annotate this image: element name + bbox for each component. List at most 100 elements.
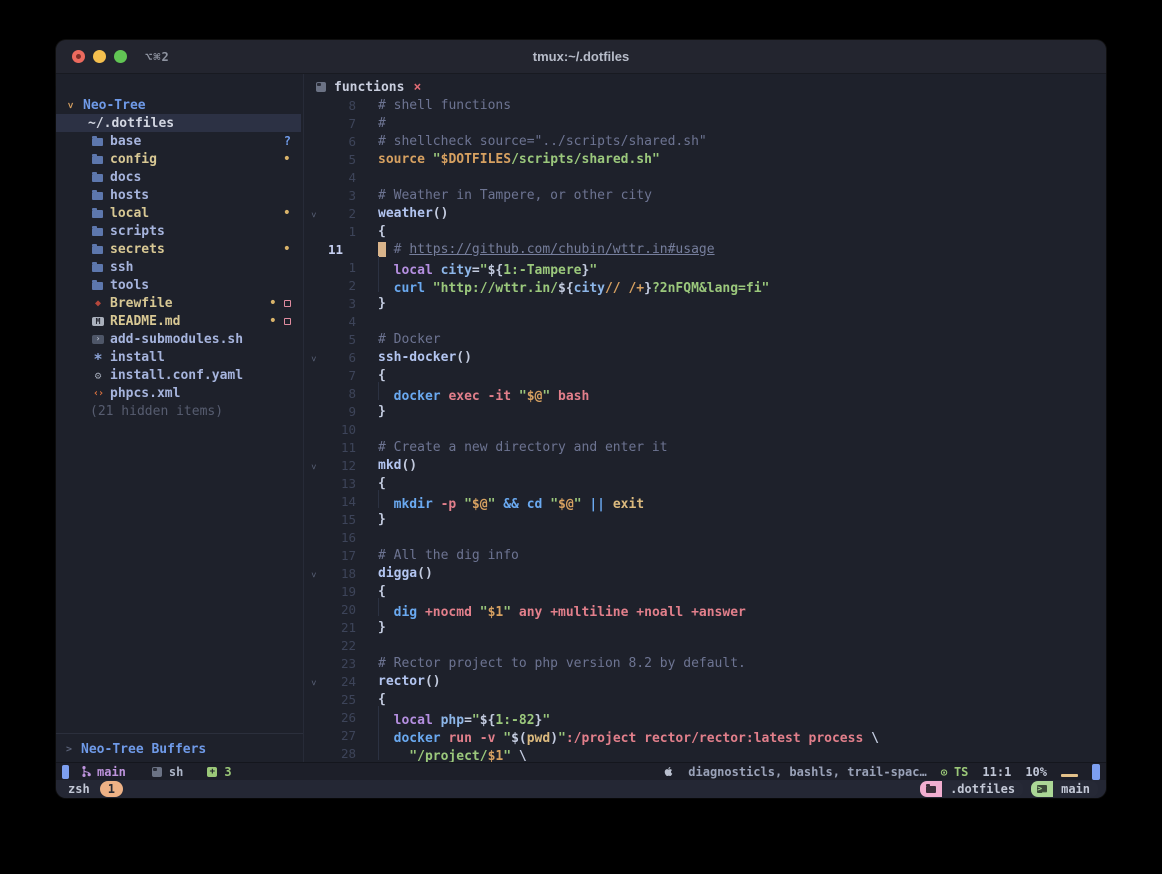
fold-chevron-icon[interactable]: > [304, 458, 322, 473]
statusline-right: diagnosticls, bashls, trail-spac… ⊙ TS 1… [663, 764, 1106, 780]
code-line[interactable]: 22 [304, 636, 1106, 654]
folder-icon [92, 135, 104, 147]
tree-item[interactable]: (21 hidden items) [56, 402, 303, 420]
git-modified-icon: • [269, 298, 277, 308]
star-icon: * [92, 351, 104, 363]
git-branch: main [81, 765, 126, 779]
apple-icon [663, 765, 674, 778]
cursor-position: 11:1 [982, 765, 1011, 779]
fold-chevron-icon[interactable]: > [304, 350, 322, 365]
tree-item[interactable]: ~/.dotfiles [56, 114, 301, 132]
code-line[interactable]: 1{ [304, 222, 1106, 240]
code-line[interactable]: 5# Docker [304, 330, 1106, 348]
tmux-window-index[interactable]: 1 [100, 781, 123, 797]
line-number: 8 [322, 386, 356, 401]
tree-item[interactable]: ⚙install.conf.yaml [56, 366, 303, 384]
code-line[interactable]: 6# shellcheck source="../scripts/shared.… [304, 132, 1106, 150]
code-line[interactable]: >6ssh-docker() [304, 348, 1106, 366]
code-line[interactable]: 15} [304, 510, 1106, 528]
tree-item[interactable]: ◆Brewfile• [56, 294, 303, 312]
git-branch-icon [81, 765, 92, 778]
code-line[interactable]: 23# Rector project to php version 8.2 by… [304, 654, 1106, 672]
terminal-window: ⌥⌘2 tmux:~/.dotfiles > Neo-Tree ~/.dotfi… [56, 40, 1106, 798]
code-line[interactable]: 21} [304, 618, 1106, 636]
code-line[interactable]: >12mkd() [304, 456, 1106, 474]
code-line[interactable]: 8# shell functions [304, 96, 1106, 114]
code-line[interactable]: 3# Weather in Tampere, or other city [304, 186, 1106, 204]
tree-item[interactable]: scripts [56, 222, 303, 240]
line-content: # [356, 116, 386, 131]
tree-item-label: config [110, 152, 157, 167]
tree-item-label: local [110, 206, 149, 221]
line-number: 4 [322, 314, 356, 329]
line-number: 14 [322, 494, 356, 509]
tree-item[interactable]: ssh [56, 258, 303, 276]
line-number: 5 [322, 332, 356, 347]
code-line[interactable]: 3} [304, 294, 1106, 312]
close-buffer-icon[interactable]: × [413, 80, 421, 95]
titlebar[interactable]: ⌥⌘2 tmux:~/.dotfiles [56, 40, 1106, 74]
folder-icon [92, 243, 104, 255]
tree-item-label: secrets [110, 242, 165, 257]
tree-item[interactable]: MREADME.md• [56, 312, 303, 330]
tree-item-label: base [110, 134, 141, 149]
xml-icon: ‹› [92, 387, 104, 399]
code-line[interactable]: 10 [304, 420, 1106, 438]
tree-item[interactable]: config• [56, 150, 303, 168]
fold-chevron-icon[interactable]: > [304, 674, 322, 689]
code-line[interactable]: 16 [304, 528, 1106, 546]
neotree-buffers-header[interactable]: > Neo-Tree Buffers [56, 740, 303, 758]
code-line[interactable]: 14mkdir -p "$@" && cd "$@" || exit [304, 492, 1106, 510]
tree-item-label: tools [110, 278, 149, 293]
close-button[interactable] [72, 50, 85, 63]
code-line[interactable]: 11# Create a new directory and enter it [304, 438, 1106, 456]
line-number: 4 [322, 170, 356, 185]
tree-item[interactable]: hosts [56, 186, 303, 204]
fold-chevron-icon[interactable]: > [304, 206, 322, 221]
line-number: 16 [322, 530, 356, 545]
tree-item[interactable]: *install [56, 348, 303, 366]
code-line[interactable]: >2weather() [304, 204, 1106, 222]
treesitter-label: TS [954, 765, 968, 779]
code-line[interactable]: 20dig +nocmd "$1" any +multiline +noall … [304, 600, 1106, 618]
code-line[interactable]: 8docker exec -it "$@" bash [304, 384, 1106, 402]
code-line[interactable]: 4 [304, 168, 1106, 186]
tmux-statusbar: zsh 1 .dotfiles >_ main [56, 780, 1106, 798]
code-line[interactable]: 4 [304, 312, 1106, 330]
traffic-lights [72, 50, 127, 63]
code-line[interactable]: 28 "/project/$1" \ [304, 744, 1106, 762]
tree-item[interactable]: tools [56, 276, 303, 294]
winbar-tab[interactable]: functions × [304, 78, 1106, 96]
fold-chevron-icon[interactable]: > [304, 566, 322, 581]
code-line[interactable]: 7# [304, 114, 1106, 132]
tree-item[interactable]: secrets• [56, 240, 303, 258]
line-content: } [356, 620, 386, 635]
code-line[interactable]: >24rector() [304, 672, 1106, 690]
tmux-session-label: .dotfiles [942, 781, 1023, 797]
tree-item[interactable]: local• [56, 204, 303, 222]
line-content: } [356, 296, 386, 311]
sidebar-spacer [56, 420, 303, 733]
line-content: } [356, 512, 386, 527]
tree-item[interactable]: ›add-submodules.sh [56, 330, 303, 348]
buffers-header-label: Neo-Tree Buffers [81, 742, 206, 757]
shell-icon: › [92, 335, 104, 344]
code-line[interactable]: 17# All the dig info [304, 546, 1106, 564]
line-content: docker exec -it "$@" bash [356, 382, 589, 404]
neotree-header[interactable]: > Neo-Tree [56, 96, 303, 114]
code-line[interactable]: 2curl "http://wttr.in/${city// /+}?2nFQM… [304, 276, 1106, 294]
tree-item[interactable]: docs [56, 168, 303, 186]
code-area[interactable]: 8# shell functions7#6# shellcheck source… [304, 96, 1106, 762]
minimize-button[interactable] [93, 50, 106, 63]
code-line[interactable]: 5source "$DOTFILES/scripts/shared.sh" [304, 150, 1106, 168]
buffer-icon [316, 82, 326, 92]
tree-item[interactable]: base? [56, 132, 303, 150]
sidebar-separator [56, 733, 303, 734]
maximize-button[interactable] [114, 50, 127, 63]
code-line[interactable]: >18digga() [304, 564, 1106, 582]
code-line[interactable]: 9} [304, 402, 1106, 420]
line-number: 6 [322, 134, 356, 149]
tree-item[interactable]: ‹›phpcs.xml [56, 384, 303, 402]
line-content: curl "http://wttr.in/${city// /+}?2nFQM&… [356, 274, 769, 296]
line-number: 8 [322, 98, 356, 113]
